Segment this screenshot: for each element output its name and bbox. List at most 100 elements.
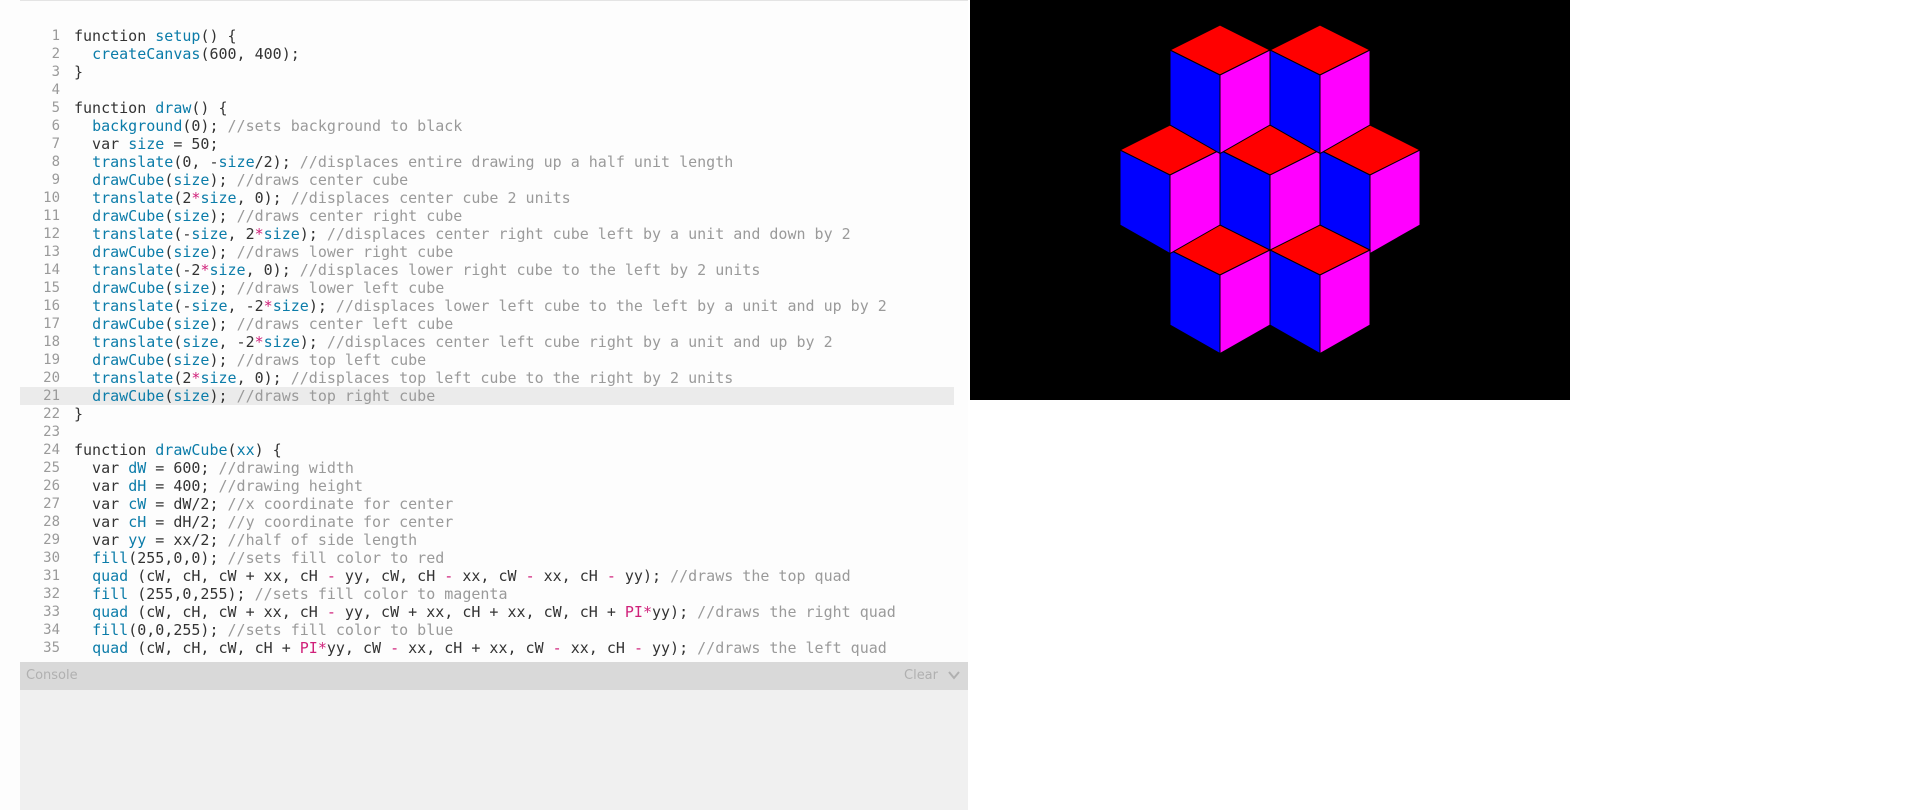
code-text[interactable]: var cH = dH/2; //y coordinate for center (74, 513, 453, 531)
code-line[interactable]: 29 var yy = xx/2; //half of side length (20, 531, 954, 549)
code-text[interactable]: var cW = dW/2; //x coordinate for center (74, 495, 453, 513)
code-line[interactable]: 13 drawCube(size); //draws lower right c… (20, 243, 954, 261)
code-token: size (263, 225, 300, 243)
code-line[interactable]: 7 var size = 50; (20, 135, 954, 153)
code-token: size (263, 333, 300, 351)
code-line[interactable]: 18 translate(size, -2*size); //displaces… (20, 333, 954, 351)
code-line[interactable]: 28 var cH = dH/2; //y coordinate for cen… (20, 513, 954, 531)
code-line[interactable]: 2 createCanvas(600, 400); (20, 45, 954, 63)
code-line[interactable]: 32 fill (255,0,255); //sets fill color t… (20, 585, 954, 603)
line-number: 30 (43, 550, 60, 566)
code-text[interactable]: drawCube(size); //draws lower right cube (74, 243, 453, 261)
code-text[interactable]: } (74, 63, 83, 81)
code-line[interactable]: 25 var dW = 600; //drawing width (20, 459, 954, 477)
code-line[interactable]: 23 (20, 423, 954, 441)
code-line[interactable]: 26 var dH = 400; //drawing height (20, 477, 954, 495)
code-text[interactable]: drawCube(size); //draws center right cub… (74, 207, 462, 225)
code-line[interactable]: 20 translate(2*size, 0); //displaces top… (20, 369, 954, 387)
code-text[interactable]: translate(0, -size/2); //displaces entir… (74, 153, 733, 171)
code-text[interactable]: translate(2*size, 0); //displaces top le… (74, 369, 733, 387)
code-line[interactable]: 15 drawCube(size); //draws lower left cu… (20, 279, 954, 297)
code-text[interactable]: var dW = 600; //drawing width (74, 459, 354, 477)
code-text[interactable]: translate(size, -2*size); //displaces ce… (74, 333, 833, 351)
code-line[interactable]: 10 translate(2*size, 0); //displaces cen… (20, 189, 954, 207)
code-line[interactable]: 33 quad (cW, cH, cW + xx, cH - yy, cW + … (20, 603, 954, 621)
code-editor[interactable]: 1 function setup() {2 createCanvas(600, 4… (20, 0, 968, 663)
console-title: Console (26, 668, 78, 683)
code-text[interactable]: background(0); //sets background to blac… (74, 117, 462, 135)
code-text[interactable]: drawCube(size); //draws top left cube (74, 351, 426, 369)
code-token: //draws center left cube (236, 315, 454, 333)
code-text[interactable]: function draw() { (74, 99, 228, 117)
code-text[interactable]: quad (cW, cH, cW + xx, cH - yy, cW + xx,… (74, 603, 896, 621)
code-token: size (173, 243, 210, 261)
code-text[interactable]: var yy = xx/2; //half of side length (74, 531, 417, 549)
code-token: PI (299, 639, 318, 657)
code-line[interactable]: 17 drawCube(size); //draws center left c… (20, 315, 954, 333)
code-line[interactable]: 5 function draw() { (20, 99, 954, 117)
code-line[interactable]: 8 translate(0, -size/2); //displaces ent… (20, 153, 954, 171)
code-text[interactable]: quad (cW, cH, cW, cH + PI*yy, cW - xx, c… (74, 639, 887, 657)
code-token: size (200, 369, 237, 387)
code-line[interactable]: 11 drawCube(size); //draws center right … (20, 207, 954, 225)
code-token: - (390, 639, 400, 657)
code-text[interactable]: var size = 50; (74, 135, 218, 153)
code-text[interactable]: translate(2*size, 0); //displaces center… (74, 189, 571, 207)
code-token: , 0); (236, 369, 291, 387)
line-number: 5 (51, 100, 60, 116)
code-token: size (191, 297, 228, 315)
code-text[interactable]: function drawCube(xx) { (74, 441, 282, 459)
code-line[interactable]: 24 function drawCube(xx) { (20, 441, 954, 459)
code-line[interactable]: 9 drawCube(size); //draws center cube (20, 171, 954, 189)
code-text[interactable]: drawCube(size); //draws lower left cube (74, 279, 444, 297)
code-line[interactable]: 6 background(0); //sets background to bl… (20, 117, 954, 135)
code-text[interactable]: fill(255,0,0); //sets fill color to red (74, 549, 444, 567)
code-text[interactable]: drawCube(size); //draws top right cube (74, 387, 435, 405)
code-line[interactable]: 19 drawCube(size); //draws top left cube (20, 351, 954, 369)
code-line[interactable]: 34 fill(0,0,255); //sets fill color to b… (20, 621, 954, 639)
code-line[interactable]: 27 var cW = dW/2; //x coordinate for cen… (20, 495, 954, 513)
code-text[interactable]: drawCube(size); //draws center left cube (74, 315, 453, 333)
code-token: //draws top left cube (236, 351, 427, 369)
code-line[interactable]: 1 function setup() { (20, 27, 954, 45)
code-text[interactable]: translate(-2*size, 0); //displaces lower… (74, 261, 760, 279)
code-text[interactable]: var dH = 400; //drawing height (74, 477, 363, 495)
code-text[interactable]: translate(-size, -2*size); //displaces l… (74, 297, 887, 315)
code-line[interactable]: 31 quad (cW, cH, cW + xx, cH - yy, cW, c… (20, 567, 954, 585)
code-line[interactable]: 3} (20, 63, 954, 81)
code-line[interactable]: 35 quad (cW, cH, cW, cH + PI*yy, cW - xx… (20, 639, 954, 657)
code-line[interactable]: 30 fill(255,0,0); //sets fill color to r… (20, 549, 954, 567)
code-line[interactable]: 12 translate(-size, 2*size); //displaces… (20, 225, 954, 243)
code-text[interactable]: fill (255,0,255); //sets fill color to m… (74, 585, 507, 603)
code-token: //draws top right cube (236, 387, 436, 405)
code-token: * (254, 225, 264, 243)
code-token: ( (164, 387, 174, 405)
code-lines[interactable]: 1 function setup() {2 createCanvas(600, 4… (20, 27, 954, 657)
code-text[interactable]: quad (cW, cH, cW + xx, cH - yy, cW, cH -… (74, 567, 851, 585)
code-text[interactable]: createCanvas(600, 400); (74, 45, 300, 63)
code-token: /2); (254, 153, 300, 171)
code-line[interactable]: 16 translate(-size, -2*size); //displace… (20, 297, 954, 315)
console-clear-button[interactable]: Clear (904, 668, 938, 683)
code-text[interactable]: translate(-size, 2*size); //displaces ce… (74, 225, 851, 243)
code-line[interactable]: 22} (20, 405, 954, 423)
line-number: 1 (51, 28, 60, 44)
code-line[interactable]: 21 drawCube(size); //draws top right cub… (20, 387, 954, 405)
code-token: size (173, 351, 210, 369)
code-token: drawCube (92, 315, 165, 333)
code-token: drawCube (155, 441, 228, 459)
code-text[interactable]: function setup() { (74, 27, 237, 45)
code-token: //draws the right quad (697, 603, 896, 621)
code-text[interactable]: fill(0,0,255); //sets fill color to blue (74, 621, 453, 639)
chevron-down-icon[interactable] (946, 667, 962, 683)
code-token: drawCube (92, 351, 165, 369)
line-number: 26 (43, 478, 60, 494)
code-text[interactable]: drawCube(size); //draws center cube (74, 171, 408, 189)
code-line[interactable]: 4 (20, 81, 954, 99)
code-text[interactable]: } (74, 405, 83, 423)
code-line[interactable]: 14 translate(-2*size, 0); //displaces lo… (20, 261, 954, 279)
